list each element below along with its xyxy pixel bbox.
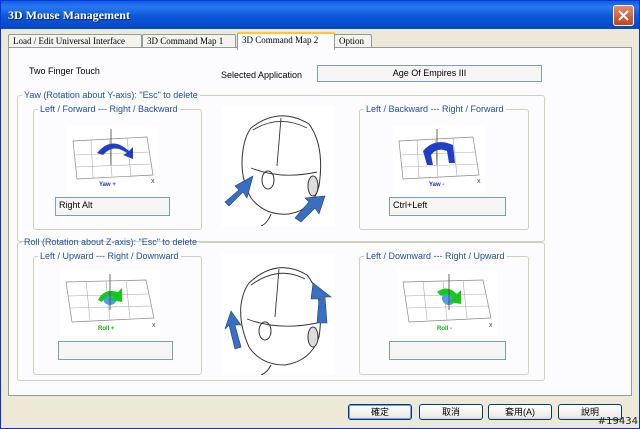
tab-panel: Two Finger Touch Selected Application Ag… (8, 47, 632, 396)
yaw-mouse-illustration (221, 106, 335, 227)
yaw-plus-caption: Yaw + (99, 182, 116, 188)
roll-right-shortcut-field[interactable] (389, 341, 506, 360)
mouse-roll-icon (224, 267, 332, 376)
close-button[interactable] (613, 5, 634, 26)
roll-group-label: Roll (Rotation about Z-axis): "Esc" to d… (24, 237, 197, 247)
svg-text:x: x (489, 322, 493, 329)
svg-text:x: x (477, 178, 481, 185)
yaw-plus-diagram: x Yaw + (67, 125, 159, 193)
apply-button[interactable]: 套用(A) (488, 404, 552, 420)
svg-text:x: x (152, 322, 156, 329)
window-title: 3D Mouse Management (8, 8, 130, 22)
roll-left-label: Left / Upward --- Right / Downward (40, 251, 179, 261)
yaw-left-label: Left / Forward --- Right / Backward (40, 104, 178, 114)
cancel-button[interactable]: 取消 (419, 404, 483, 420)
svg-text:x: x (151, 178, 155, 185)
yaw-group-label: Yaw (Rotation about Y-axis): "Esc" to de… (24, 90, 198, 100)
roll-minus-caption: Roll - (437, 326, 452, 332)
yaw-minus-diagram: x Yaw - (393, 125, 485, 193)
ok-button[interactable]: 確定 (348, 404, 412, 420)
yaw-right-shortcut-field[interactable]: Ctrl+Left (389, 197, 506, 216)
roll-minus-diagram: x Roll - (397, 270, 497, 336)
yaw-right-label: Left / Backward --- Right / Forward (366, 104, 504, 114)
watermark: #19434 (597, 416, 638, 427)
tab-3d-command-map-2[interactable]: 3D Command Map 2 (237, 32, 335, 50)
dialog-window: 3D Mouse Management Load / Edit Universa… (0, 0, 640, 429)
title-bar[interactable]: 3D Mouse Management (1, 1, 639, 29)
mouse-yaw-icon (224, 115, 326, 227)
selected-application-field[interactable]: Age Of Empires III (317, 65, 542, 82)
close-icon (618, 10, 629, 21)
selected-application-label: Selected Application (221, 70, 303, 80)
roll-plus-caption: Roll + (98, 326, 115, 332)
yaw-minus-caption: Yaw - (429, 182, 445, 188)
roll-mouse-illustration (221, 253, 335, 376)
gesture-label: Two Finger Touch (29, 66, 100, 76)
roll-plus-diagram: x Roll + (60, 270, 160, 336)
roll-right-label: Left / Downward --- Right / Upward (366, 251, 505, 261)
roll-left-shortcut-field[interactable] (58, 341, 173, 360)
yaw-left-shortcut-field[interactable]: Right Alt (55, 197, 170, 216)
